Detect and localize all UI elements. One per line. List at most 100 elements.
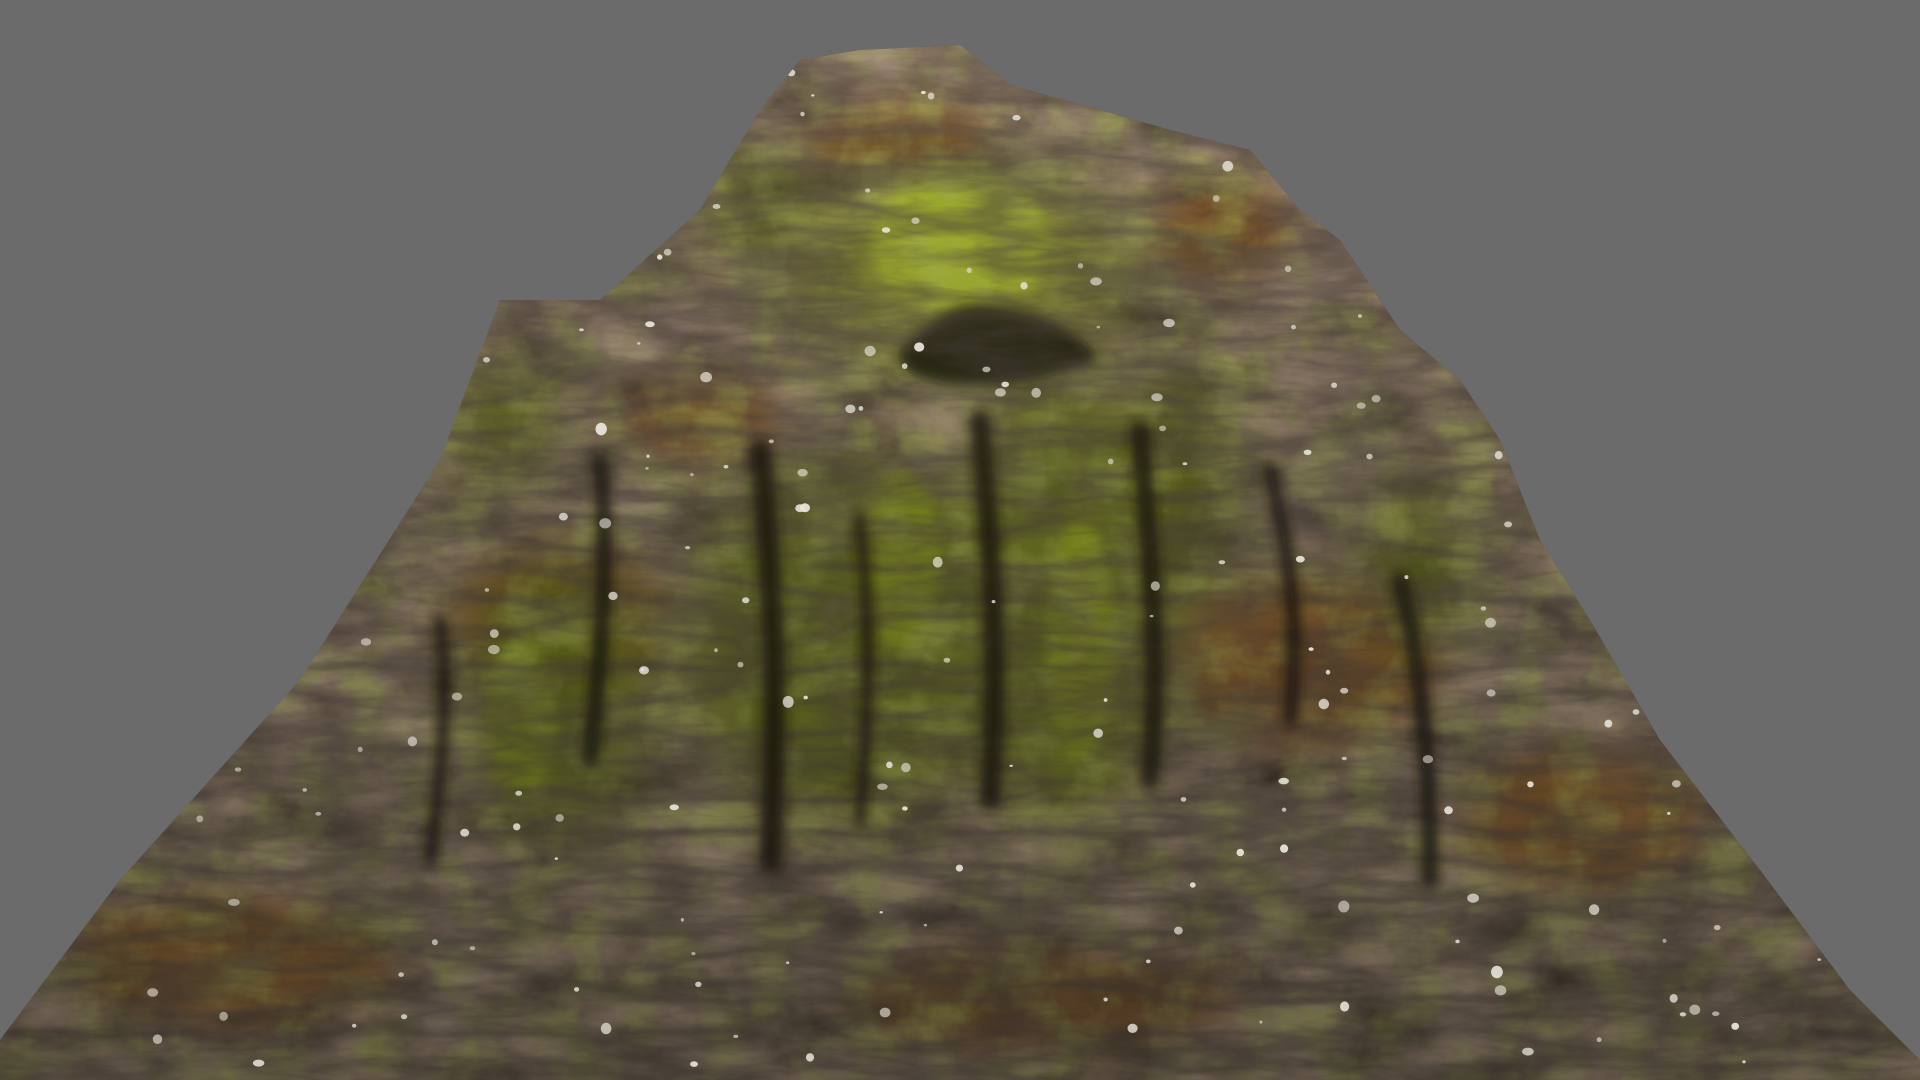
lichen-spot [357,746,363,753]
lichen-spot [782,695,794,708]
lichen-spot [768,439,774,444]
lichen-spot [1212,195,1220,202]
lichen-spot [943,657,951,663]
lichen-spot [1090,277,1102,286]
lichen-spot [1001,381,1009,388]
lichen-spot [927,92,935,100]
lichen-spot [991,600,996,604]
lichen-spot [690,1061,698,1067]
lichen-spot [513,823,521,831]
lichen-spot [1291,324,1296,330]
lichen-spot [469,946,476,951]
lichen-spot [489,629,499,638]
lichen-spot [1588,904,1600,915]
lichen-spot [1604,719,1613,728]
lichen-spot [1174,926,1183,935]
lichen-spot [1150,581,1160,591]
lichen-spot [1103,698,1108,702]
lichen-spot [1504,521,1513,528]
lichen-spot [858,406,864,411]
lichen-spot [920,90,926,95]
lichen-spot [407,736,418,747]
lichen-spot [554,857,558,860]
lichen-spot [1180,797,1187,802]
lichen-spot [923,923,928,927]
lichen-spot [865,188,871,193]
lichen-spot [1096,325,1101,329]
lichen-spot [901,363,908,369]
lichen-spot [1486,689,1496,697]
lichen-spot [1494,451,1503,460]
lichen-spot [845,404,856,414]
lichen-spot [1480,606,1487,611]
lichen-spot [1281,807,1287,812]
lichen-spot [1494,985,1507,996]
lichen-spot [690,473,694,477]
lichen-spot [1093,728,1103,738]
lichen-spot [1259,1020,1263,1024]
lichen-spot [196,815,204,823]
lichen-spot [1012,114,1021,121]
lichen-spot [1189,882,1196,888]
lichen-spot [1146,959,1151,964]
lichen-spot [1077,263,1084,269]
lichen-spot [864,345,876,357]
lichen-spot [1662,938,1667,943]
lichen-spot [1713,924,1721,931]
lichen-spot [219,1011,228,1021]
lichen-spot [1009,764,1013,767]
lichen-spot [608,591,618,601]
lichen-spot [1444,806,1453,815]
lichen-spot [1338,900,1350,913]
lichen-spot [723,464,729,469]
lichen-spot [315,811,322,816]
lichen-spot [911,217,920,224]
lichen-spot [639,666,649,675]
lichen-spot [460,828,470,837]
lichen-spot [879,911,883,914]
lichen-spot [574,987,580,992]
lichen-spot [579,328,584,332]
lichen-spot [811,94,815,97]
lichen-spot [1689,1004,1701,1015]
lichen-spot [558,512,568,521]
lichen-spot [637,342,641,345]
lichen-spot [712,204,721,209]
lichen-spot [1031,387,1041,398]
lichen-spot [1218,560,1226,565]
lichen-spot [360,638,372,646]
lichen-spot [1331,382,1338,389]
lichen-spot [680,918,685,922]
lichen-spot [1127,1023,1138,1033]
lichen-spot [1731,1022,1740,1030]
lichen-spot [1340,1001,1350,1012]
lichen-spot [1669,994,1678,1003]
lichen-spot [695,981,702,987]
lichen-spot [881,227,891,233]
lichen-spot [877,783,888,790]
lichen-spot [234,767,242,772]
lichen-spot [1527,781,1534,788]
lichen-spot [1341,756,1347,761]
lichen-spot [152,1034,163,1044]
lichen-spot [401,1014,408,1020]
lichen-spot [1485,617,1496,628]
lichen-spot [803,695,808,700]
lichen-spot [1491,965,1503,979]
lichen-spot [1712,1011,1720,1016]
lichen-spot [431,939,438,946]
lichen-spot [646,454,650,458]
lichen-spot [733,1034,739,1038]
lichen-spot [1522,1047,1534,1056]
lichen-spot [595,422,607,436]
lichen-spot [1163,318,1175,328]
lichen-spot [901,762,911,773]
lichen-spot [879,1007,891,1018]
lichen-spot [797,468,808,477]
lichen-spot [1151,393,1163,402]
lichen-spot [737,661,744,668]
lichen-spot [1632,709,1640,715]
lichen-spot [1422,755,1434,764]
lichen-spot [352,1023,357,1028]
lichen-spot [483,357,490,363]
